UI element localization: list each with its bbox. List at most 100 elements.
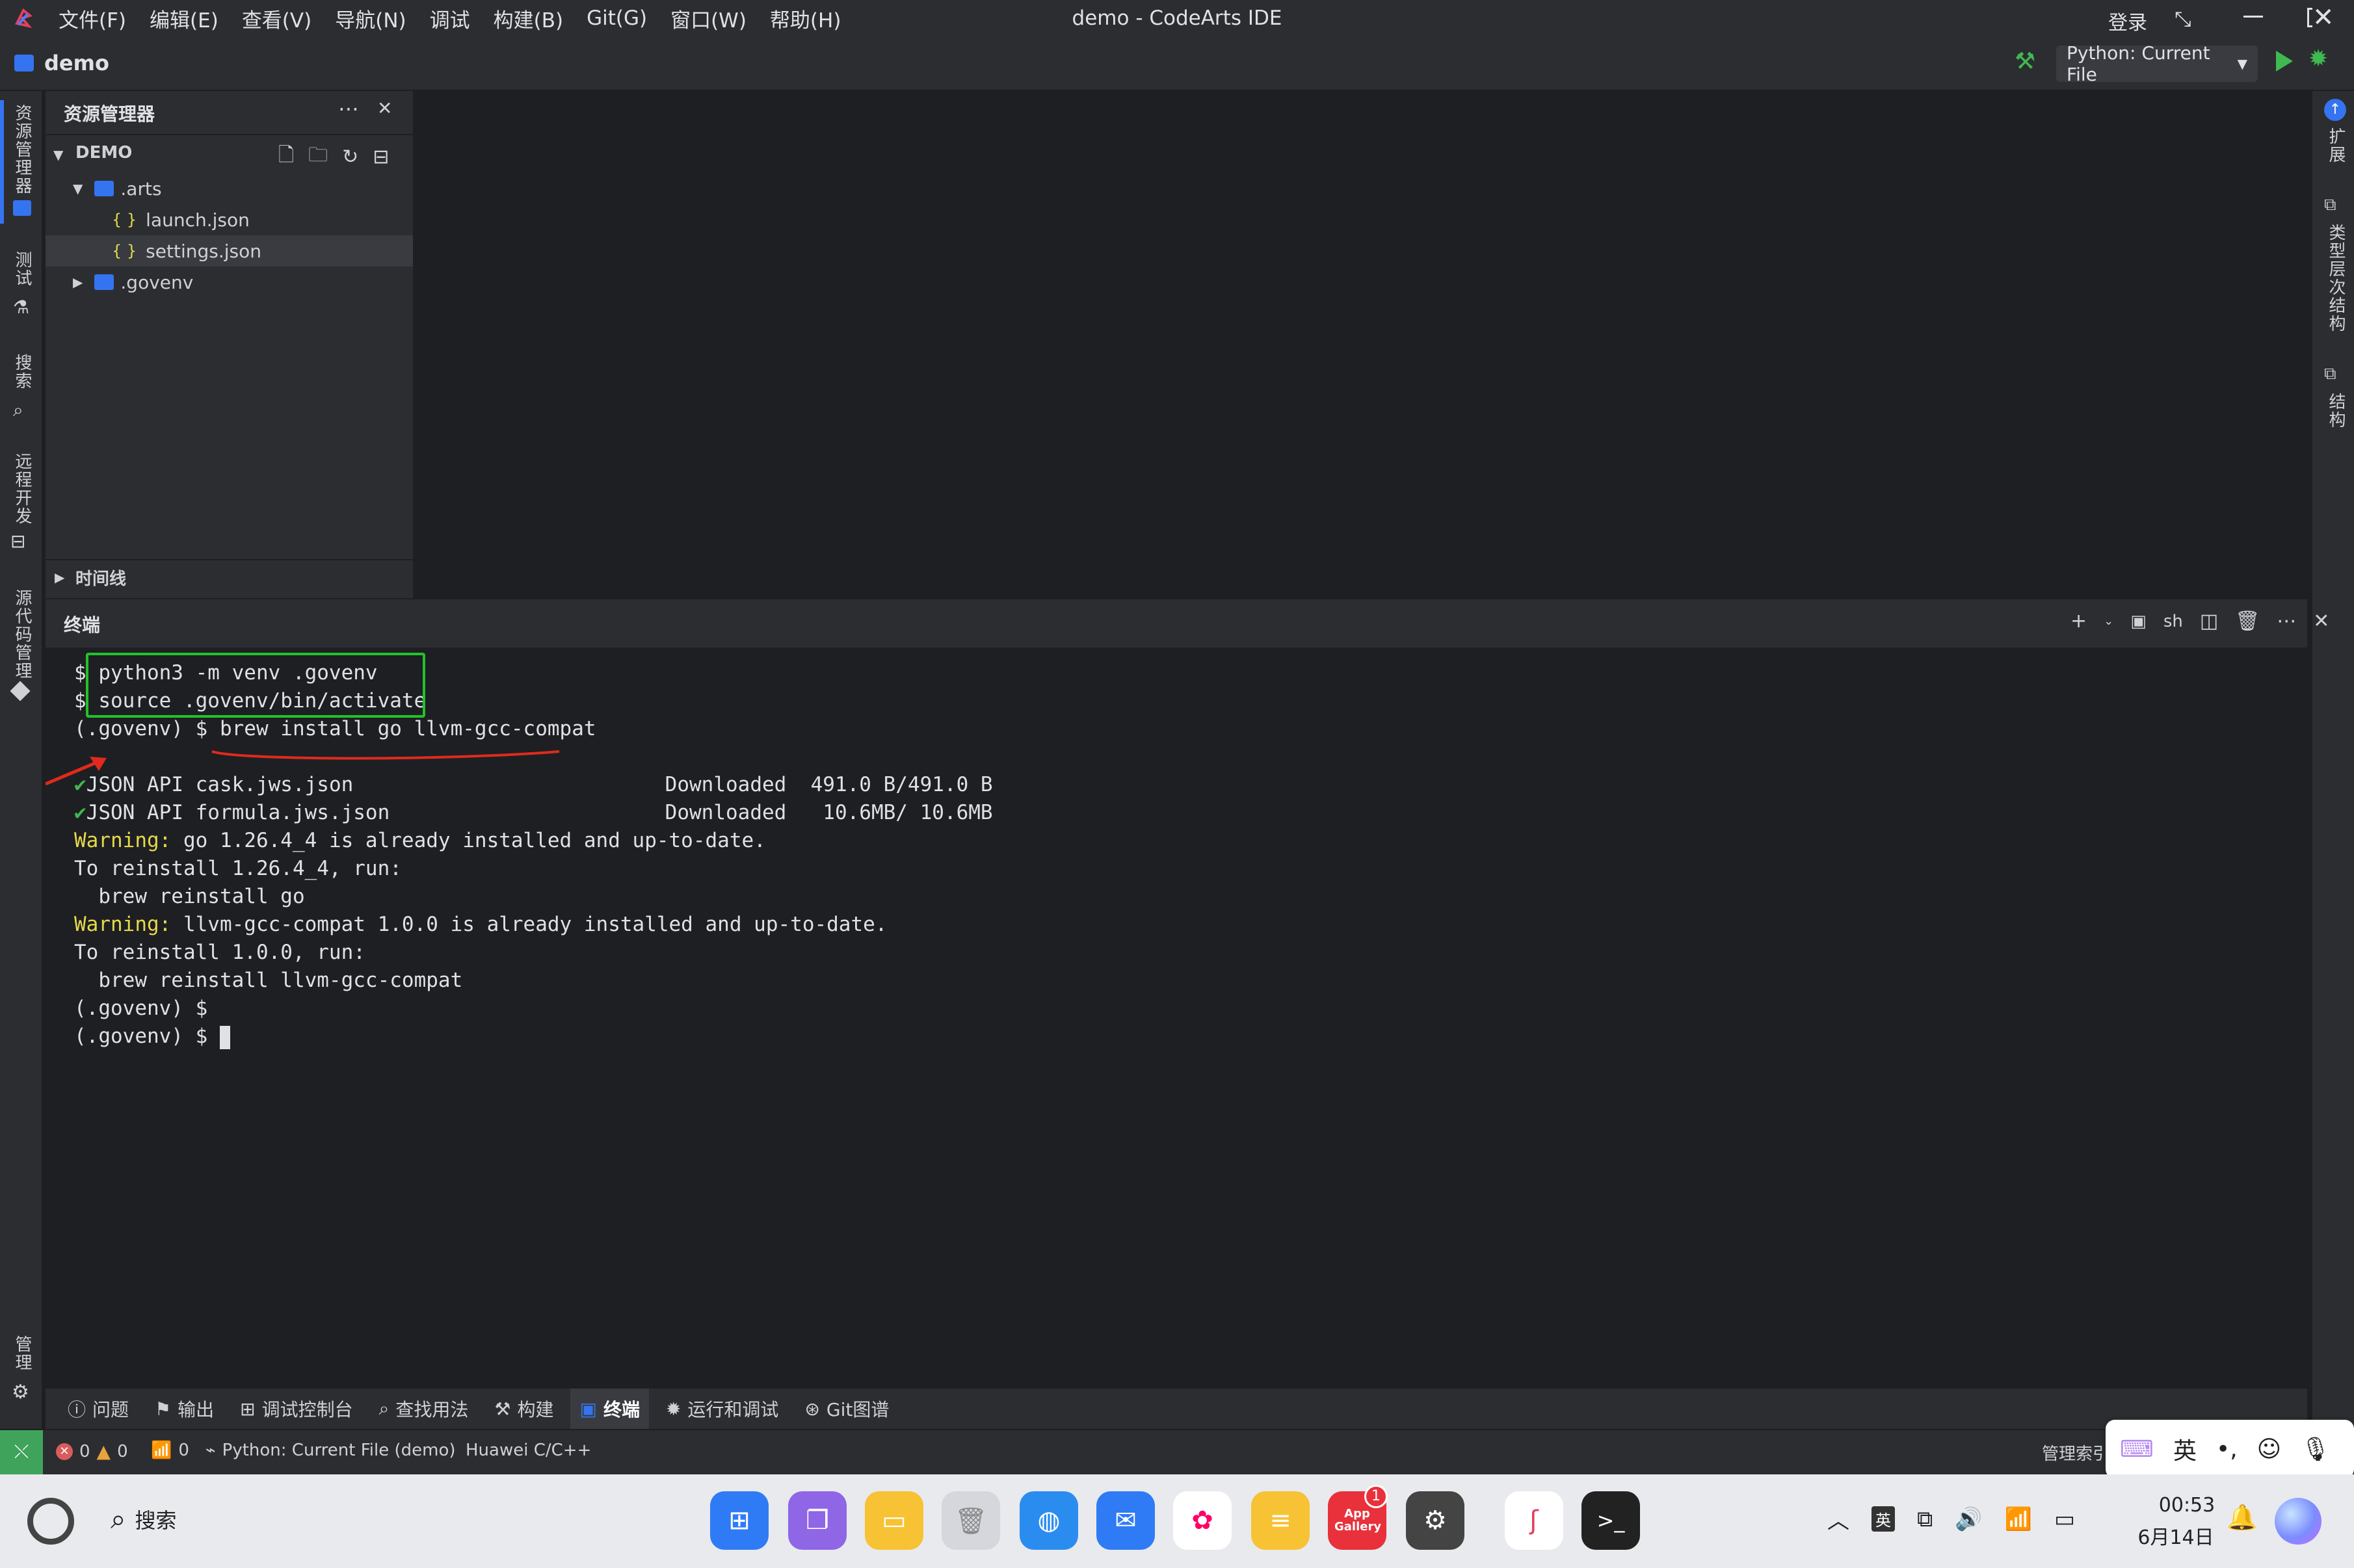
menu-window[interactable]: 窗口(W) (670, 4, 747, 33)
run-icon[interactable] (2276, 51, 2293, 72)
taskbar-search-label: 搜索 (135, 1508, 177, 1533)
tab-output[interactable]: ⚑ 输出 (146, 1389, 223, 1429)
close-window-button[interactable]: ✕ (2312, 3, 2334, 33)
trash-icon[interactable]: 🗑 (942, 1491, 1000, 1550)
chevron-right-icon[interactable]: ▶ (55, 569, 64, 585)
wifi-icon[interactable]: 📶 (2005, 1506, 2032, 1532)
chevron-down-icon[interactable]: ⌄ (2104, 614, 2113, 628)
settings-gear-icon[interactable]: ⚙ (1406, 1491, 1464, 1550)
build-hammer-icon[interactable]: ⚒ (2015, 48, 2035, 75)
clock-date[interactable]: 6月14日 (2136, 1521, 2216, 1550)
tab-run-debug[interactable]: ✹ 运行和调试 (657, 1389, 787, 1429)
tree-item-settings-json[interactable]: { } settings.json (46, 235, 413, 267)
tab-debug-console[interactable]: ⊞ 调试控制台 (231, 1389, 362, 1429)
tray-ime[interactable]: 英 (1871, 1506, 1895, 1532)
emoji-icon[interactable]: ☺ (2257, 1436, 2282, 1463)
bug-icon: ✹ (665, 1398, 681, 1420)
mail-icon[interactable]: ✉ (1096, 1491, 1155, 1550)
menu-git[interactable]: Git(G) (587, 7, 647, 30)
json-icon: { } (112, 211, 137, 229)
menu-view[interactable]: 查看(V) (242, 4, 311, 33)
index-status[interactable]: 管理索引 (2042, 1441, 2109, 1465)
tab-build[interactable]: ⚒ 构建 (485, 1389, 562, 1429)
activity-search[interactable]: 搜索 (10, 354, 34, 390)
activity-extensions[interactable]: 扩展 (2324, 127, 2348, 164)
close-panel-icon[interactable]: ✕ (377, 98, 392, 119)
files-icon[interactable]: ▭ (865, 1491, 923, 1550)
debug-icon[interactable]: ✹ (2308, 46, 2328, 72)
tree-item-arts[interactable]: ▼ .arts (46, 173, 413, 204)
split-icon[interactable]: ◫ (2200, 610, 2218, 633)
explorer-root[interactable]: DEMO (75, 143, 132, 163)
clock-time[interactable]: 00:53 (2158, 1494, 2216, 1517)
notes-icon[interactable]: ≡ (1251, 1491, 1310, 1550)
activity-type-hierarchy[interactable]: 类型层次结构 (2324, 224, 2348, 333)
activity-remote[interactable]: 远程开发 (10, 452, 34, 525)
activity-test[interactable]: 测试 (10, 251, 34, 287)
run-config-select[interactable]: Python: Current File ▼ (2056, 42, 2258, 85)
activity-structure[interactable]: 结构 (2324, 393, 2348, 429)
activity-manage[interactable]: 管理 (10, 1335, 34, 1372)
new-file-icon[interactable]: 🗋 (278, 140, 294, 174)
collapse-all-icon[interactable]: ⊟ (373, 146, 389, 168)
tab-terminal[interactable]: ▣ 终端 (570, 1389, 649, 1429)
new-folder-icon[interactable]: 🗀 (308, 140, 328, 174)
trash-icon[interactable]: 🗑 (2235, 610, 2260, 633)
bell-icon[interactable]: 🔔 (2227, 1503, 2257, 1532)
chevron-up-icon[interactable]: ︿ (1827, 1503, 1849, 1535)
codearts-icon[interactable]: ʃ (1505, 1491, 1563, 1550)
start-button[interactable] (27, 1498, 74, 1545)
extensions-badge-icon[interactable]: ↑ (2324, 99, 2346, 121)
menu-edit[interactable]: 编辑(E) (150, 4, 218, 33)
terminal-app-icon[interactable]: >_ (1581, 1491, 1640, 1550)
app-launcher-icon[interactable]: ⊞ (710, 1491, 769, 1550)
minimize-button[interactable] (2243, 16, 2263, 18)
shell-label[interactable]: sh (2163, 612, 2183, 631)
volume-icon[interactable]: 🔊 (1955, 1506, 1982, 1532)
browser-icon[interactable]: ◍ (1020, 1491, 1078, 1550)
remote-status-icon[interactable]: ⤬ (0, 1430, 43, 1474)
gallery-icon[interactable]: ✿ (1173, 1491, 1232, 1550)
keyboard-icon[interactable]: ⌨ (2120, 1436, 2154, 1463)
ports-status[interactable]: 📶 0 (151, 1441, 189, 1460)
shell-icon[interactable]: ▣ (2130, 612, 2147, 631)
ime-punct-toggle[interactable]: •, (2216, 1436, 2238, 1463)
menu-debug[interactable]: 调试 (430, 4, 470, 33)
clipboard-icon[interactable]: ⧉ (1917, 1506, 1933, 1532)
terminal-output[interactable]: $ python3 -m venv .govenv $ source .goven… (46, 647, 2307, 1389)
tab-problems[interactable]: ⓘ 问题 (59, 1389, 138, 1429)
tree-item-govenv[interactable]: ▶ .govenv (46, 267, 413, 298)
close-panel-icon[interactable]: ✕ (2313, 610, 2329, 633)
add-terminal-icon[interactable]: + (2070, 610, 2087, 633)
run-status[interactable]: ⌁ Python: Current File (demo) (205, 1441, 456, 1460)
timeline-section[interactable]: 时间线 (75, 566, 126, 590)
layout-icon[interactable]: ⤡ (2175, 7, 2191, 32)
editor-area[interactable] (414, 91, 2307, 598)
more-actions-icon[interactable]: ⋯ (338, 96, 359, 121)
tab-find-usages[interactable]: ⌕ 查找用法 (370, 1389, 478, 1429)
menu-build[interactable]: 构建(B) (494, 4, 563, 33)
activity-explorer[interactable]: 资源管理器 (10, 104, 34, 195)
more-actions-icon[interactable]: ⋯ (2277, 610, 2296, 633)
taskbar-search[interactable]: ⌕ 搜索 (111, 1503, 177, 1535)
active-indicator (0, 100, 4, 224)
ime-lang-toggle[interactable]: 英 (2173, 1432, 2197, 1466)
language-status[interactable]: Huawei C/C++ (466, 1441, 591, 1460)
refresh-icon[interactable]: ↻ (342, 146, 358, 168)
battery-icon[interactable]: ▭ (2054, 1506, 2075, 1532)
microphone-icon[interactable]: 🎙 (2301, 1435, 2331, 1463)
tree-item-launch-json[interactable]: { } launch.json (46, 204, 413, 235)
multitask-icon[interactable]: ❐ (788, 1491, 847, 1550)
terminal-line: brew reinstall go (74, 883, 993, 911)
menu-navigate[interactable]: 导航(N) (335, 4, 406, 33)
tab-git-graph[interactable]: ⊛ Git图谱 (795, 1389, 898, 1429)
root-chevron-icon[interactable]: ▼ (53, 147, 63, 163)
problems-status[interactable]: ✕ 0 ▲ 0 (56, 1441, 128, 1462)
gear-icon[interactable]: ⚙ (12, 1381, 29, 1404)
menu-help[interactable]: 帮助(H) (770, 4, 841, 33)
project-name[interactable]: demo (44, 51, 109, 75)
activity-scm[interactable]: 源代码管理 (10, 589, 34, 680)
menu-file[interactable]: 文件(F) (59, 4, 126, 33)
login-button[interactable]: 登录 (2108, 7, 2147, 35)
assistant-orb-icon[interactable] (2275, 1498, 2321, 1545)
